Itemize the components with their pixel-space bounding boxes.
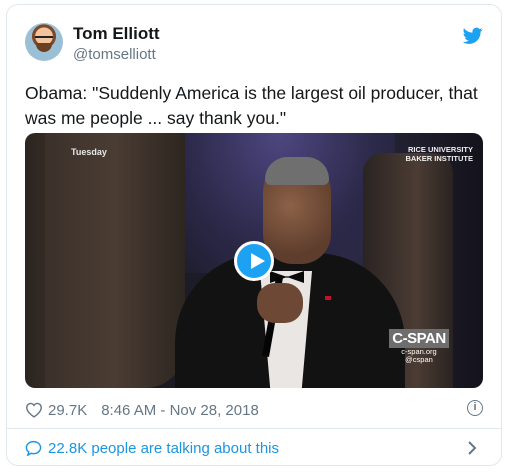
- author-handle[interactable]: @tomselliott: [73, 46, 156, 63]
- chevron-right-icon[interactable]: [467, 438, 477, 458]
- divider: [7, 428, 501, 429]
- heart-icon[interactable]: [25, 402, 43, 418]
- conversation-link[interactable]: 22.8K people are talking about this: [25, 436, 279, 460]
- network-handle: @cspan: [405, 355, 433, 364]
- avatar[interactable]: [25, 23, 63, 61]
- like-count[interactable]: 29.7K: [48, 402, 87, 419]
- twitter-bird-icon[interactable]: [463, 27, 483, 45]
- network-logo: C-SPAN c-span.org @cspan: [389, 329, 449, 371]
- video-player[interactable]: Tuesday RICE UNIVERSITY BAKER INSTITUTE …: [25, 133, 483, 388]
- author-name[interactable]: Tom Elliott: [73, 24, 160, 44]
- watermark-line2: BAKER INSTITUTE: [405, 154, 474, 163]
- avatar-beard: [36, 43, 52, 52]
- tweet-timestamp[interactable]: 8:46 AM - Nov 28, 2018: [101, 402, 259, 419]
- tweet-card: Tom Elliott @tomselliott Obama: "Suddenl…: [6, 4, 502, 466]
- avatar-glasses: [35, 36, 53, 42]
- conversation-text: 22.8K people are talking about this: [48, 439, 279, 457]
- video-watermark: RICE UNIVERSITY BAKER INSTITUTE: [406, 145, 474, 163]
- info-icon[interactable]: i: [467, 400, 483, 416]
- tweet-meta: 29.7K 8:46 AM - Nov 28, 2018: [25, 398, 259, 422]
- video-speaker-hair: [265, 157, 329, 185]
- video-speaker-hand: [257, 283, 303, 323]
- watermark-line1: RICE UNIVERSITY: [407, 145, 473, 154]
- video-tag: Tuesday: [71, 147, 107, 157]
- tweet-text: Obama: "Suddenly America is the largest …: [25, 83, 478, 128]
- speech-bubble-icon: [25, 440, 42, 456]
- video-flag-pin: [325, 296, 331, 300]
- network-logo-text: C-SPAN: [389, 329, 449, 348]
- play-button[interactable]: [234, 241, 274, 281]
- video-chair-left: [45, 133, 185, 388]
